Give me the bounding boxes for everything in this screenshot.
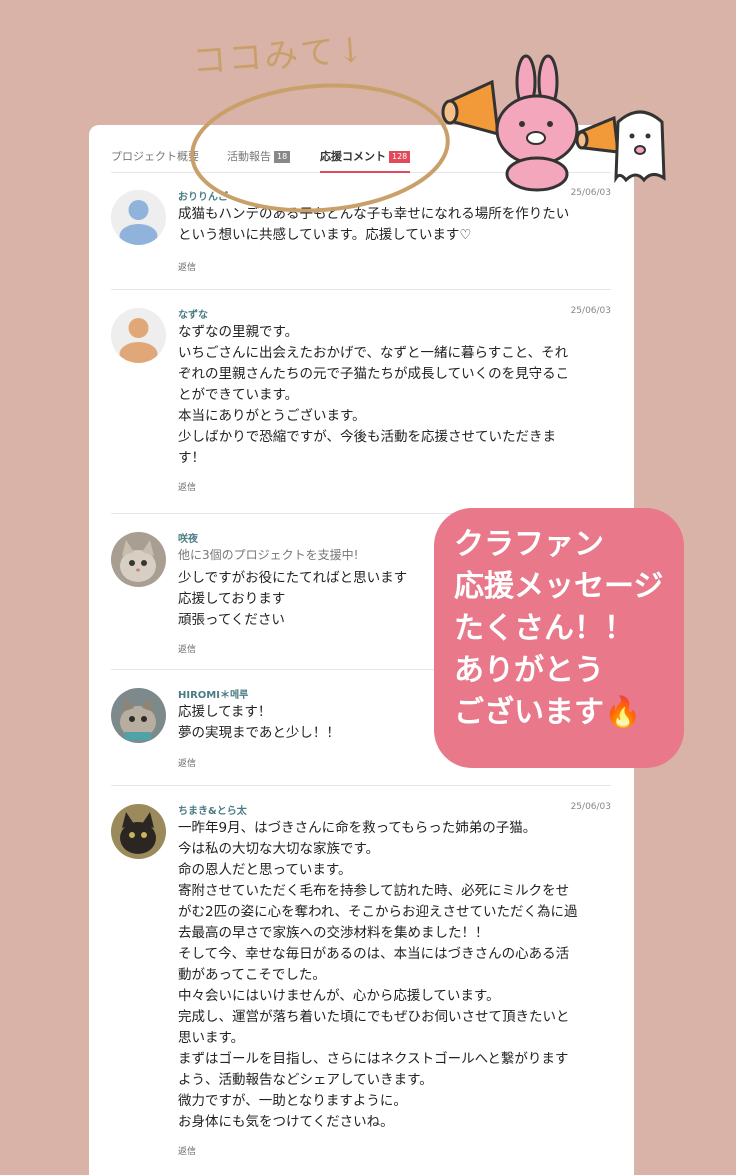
comment-date: 25/06/03 — [570, 306, 611, 316]
reply-link[interactable]: 返信 — [178, 756, 196, 769]
reply-link[interactable]: 返信 — [178, 1144, 196, 1157]
comment-item: ちまき&とら太 25/06/03 一昨年9月、はづきさんに命を救ってもらった姉弟… — [111, 794, 611, 1174]
cat-photo-avatar — [111, 532, 166, 587]
supporter-status: 他に3個のプロジェクトを支援中! — [178, 548, 359, 562]
comment-item: なずな 25/06/03 なずなの里親です。 いちごさんに出会えたおかげで、なず… — [111, 298, 611, 514]
avatar — [111, 308, 166, 363]
default-user-icon — [111, 308, 166, 363]
comment-text: なずなの里親です。 いちごさんに出会えたおかげで、なずと一緒に暮らすこと、それ … — [178, 324, 570, 466]
cat-photo-avatar — [111, 804, 166, 859]
avatar — [111, 688, 166, 743]
avatar — [111, 532, 166, 587]
reply-link[interactable]: 返信 — [178, 642, 196, 655]
reply-link[interactable]: 返信 — [178, 480, 196, 493]
cheering-sticker-icon — [441, 54, 666, 192]
commenter-name[interactable]: 咲夜 — [178, 530, 198, 545]
commenter-name[interactable]: HIROMI＊메루 — [178, 686, 248, 701]
commenter-name[interactable]: なずな — [178, 306, 208, 321]
cat-photo-avatar — [111, 688, 166, 743]
bubble-message-text: クラファン 応援メッセージ たくさん！！ ありがとう ございます🔥 — [454, 527, 664, 730]
comment-date: 25/06/03 — [570, 802, 611, 812]
avatar — [111, 804, 166, 859]
message-bubble: クラファン 応援メッセージ たくさん！！ ありがとう ございます🔥 — [434, 508, 684, 768]
divider — [111, 785, 611, 786]
commenter-name[interactable]: ちまき&とら太 — [178, 802, 247, 817]
comment-text: 一昨年9月、はづきさんに命を救ってもらった姉弟の子猫。 今は私の大切な大切な家族… — [178, 820, 578, 1130]
